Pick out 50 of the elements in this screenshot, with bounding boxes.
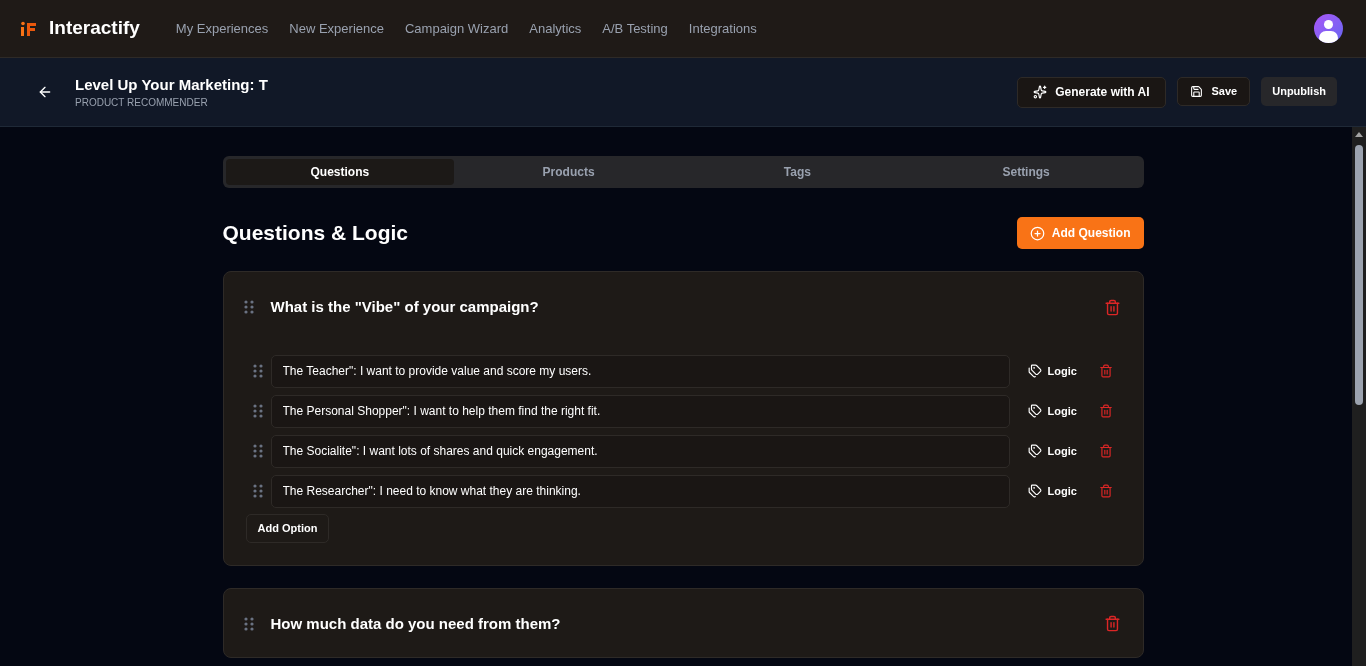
delete-icon[interactable] (1103, 615, 1121, 633)
nav-link[interactable]: Analytics (529, 18, 582, 39)
generate-ai-button[interactable]: Generate with AI (1017, 76, 1166, 108)
tab[interactable]: Questions (225, 159, 455, 185)
logic-button[interactable]: Logic (1027, 362, 1077, 380)
drag-handle-icon[interactable] (252, 404, 263, 418)
add-option-button[interactable]: Add Option (245, 513, 330, 543)
logic-button[interactable]: Logic (1027, 402, 1077, 420)
page-subtitle: PRODUCT RECOMMENDER (75, 95, 209, 110)
question-text: How much data do you need from them? (270, 613, 561, 634)
delete-icon[interactable] (1098, 364, 1113, 378)
nav-link[interactable]: A/B Testing (602, 18, 668, 39)
plus-circle-icon (1029, 225, 1045, 241)
tab[interactable]: Products (454, 159, 683, 185)
logic-button[interactable]: Logic (1027, 442, 1077, 460)
drag-handle-icon[interactable] (252, 444, 263, 458)
option-field[interactable]: The Personal Shopper": I want to help them find the right fit. (270, 394, 1010, 428)
tags-icon (1027, 404, 1042, 418)
tab[interactable]: Tags (683, 159, 912, 185)
nav-link[interactable]: Integrations (688, 18, 757, 39)
drag-handle-icon[interactable] (252, 364, 263, 378)
nav-link[interactable]: My Experiences (175, 18, 269, 39)
tags-icon (1027, 484, 1042, 498)
sparkles-icon (1033, 85, 1048, 99)
section-title: Questions & Logic (222, 220, 408, 247)
tags-icon (1027, 444, 1042, 458)
avatar-icon[interactable] (1314, 14, 1343, 43)
tags-icon (1027, 364, 1042, 378)
nav-link[interactable]: Campaign Wizard (404, 18, 509, 39)
drag-handle-icon[interactable] (252, 484, 263, 498)
unpublish-button[interactable]: Unpublish (1261, 76, 1337, 106)
question-text: What is the "Vibe" of your campaign? (270, 297, 539, 317)
tab[interactable]: Settings (911, 159, 1141, 185)
option-field[interactable]: The Teacher": I want to provide value and score my users. (270, 354, 1010, 388)
option-field[interactable]: The Researcher": I need to know what they are thinking. (270, 474, 1010, 508)
drag-handle-icon[interactable] (243, 616, 254, 631)
option-field[interactable]: The Socialite": I want lots of shares and quick engagement. (270, 434, 1010, 468)
logo-icon (20, 20, 38, 37)
delete-icon[interactable] (1098, 404, 1113, 418)
delete-icon[interactable] (1098, 484, 1113, 498)
brand-name: Interactify (49, 16, 140, 41)
save-button[interactable]: Save (1176, 76, 1251, 106)
nav-link[interactable]: New Experience (289, 18, 384, 39)
scrollbar[interactable] (1352, 127, 1366, 666)
drag-handle-icon[interactable] (243, 300, 254, 315)
page-title: Level Up Your Marketing: T (75, 74, 268, 95)
logic-button[interactable]: Logic (1027, 482, 1077, 500)
delete-icon[interactable] (1098, 444, 1113, 458)
delete-icon[interactable] (1103, 298, 1121, 316)
back-icon[interactable] (37, 84, 53, 100)
